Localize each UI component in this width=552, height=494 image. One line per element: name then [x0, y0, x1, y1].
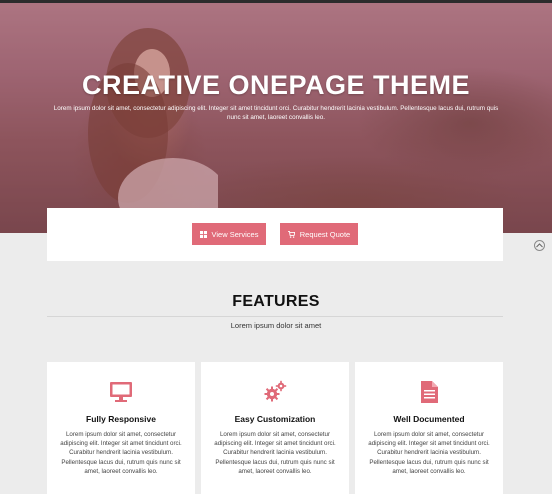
feature-card-documented: Well Documented Lorem ipsum dolor sit am…	[355, 362, 503, 494]
chevron-up-icon	[536, 243, 543, 248]
feature-title: Well Documented	[393, 414, 465, 424]
hero-title: CREATIVE ONEPAGE THEME	[81, 70, 471, 100]
cart-icon	[287, 230, 295, 238]
scroll-top-button[interactable]	[534, 240, 545, 251]
features-title: FEATURES	[232, 293, 320, 310]
view-services-button[interactable]: View Services	[192, 223, 266, 245]
view-services-label: View Services	[211, 229, 259, 239]
hero-subtitle: Lorem ipsum dolor sit amet, consectetur …	[53, 105, 499, 121]
cta-panel: View Services Request Quote	[47, 208, 503, 261]
features-divider	[47, 316, 503, 317]
feature-card-customization: Easy Customization Lorem ipsum dolor sit…	[201, 362, 349, 494]
feature-text: Lorem ipsum dolor sit amet, consectetur …	[368, 431, 490, 475]
document-icon	[421, 381, 438, 403]
features-subtitle: Lorem ipsum dolor sit amet	[230, 321, 322, 330]
grid-icon	[199, 230, 207, 238]
feature-card-responsive: Fully Responsive Lorem ipsum dolor sit a…	[47, 362, 195, 494]
gears-icon	[264, 380, 287, 402]
request-quote-button[interactable]: Request Quote	[280, 223, 358, 245]
feature-text: Lorem ipsum dolor sit amet, consectetur …	[214, 431, 336, 475]
feature-title: Fully Responsive	[86, 414, 156, 424]
feature-text: Lorem ipsum dolor sit amet, consectetur …	[60, 431, 182, 475]
feature-title: Easy Customization	[234, 414, 316, 424]
hero-section: CREATIVE ONEPAGE THEME Lorem ipsum dolor…	[0, 3, 552, 233]
monitor-icon	[110, 382, 132, 402]
request-quote-label: Request Quote	[299, 229, 351, 239]
